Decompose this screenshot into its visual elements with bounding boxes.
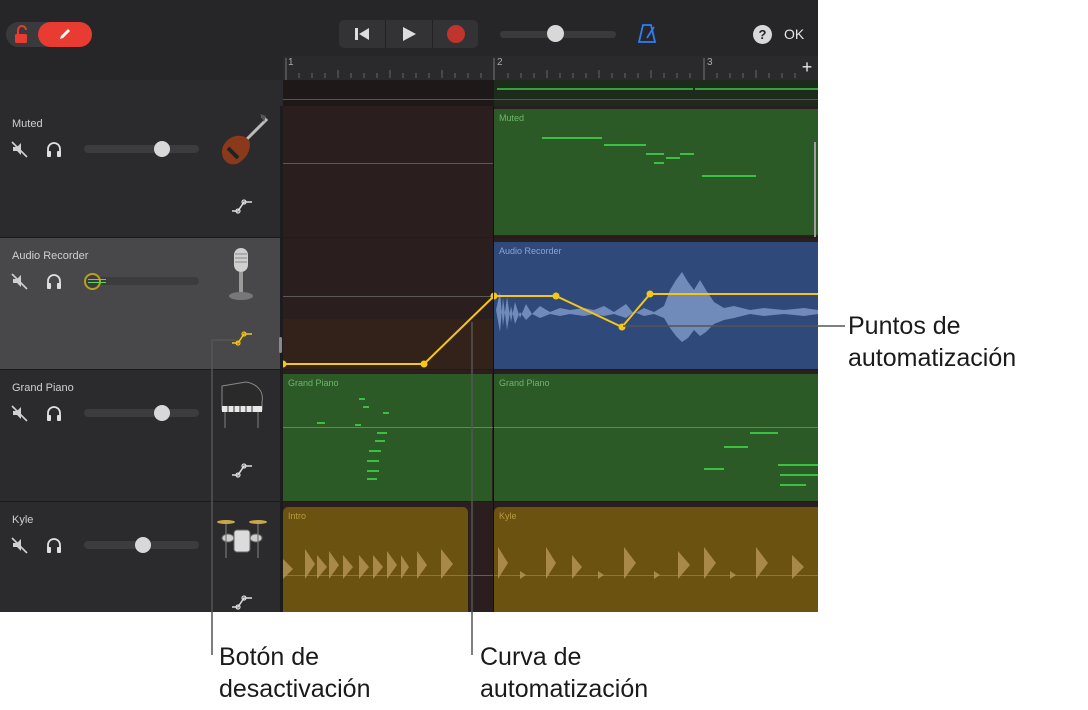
callout-automation-points: Puntos de automatización (848, 312, 1017, 372)
callout-automation-curve: Curva de automatización (480, 643, 649, 703)
callout-disable-button: Botón de desactivación (219, 643, 371, 703)
